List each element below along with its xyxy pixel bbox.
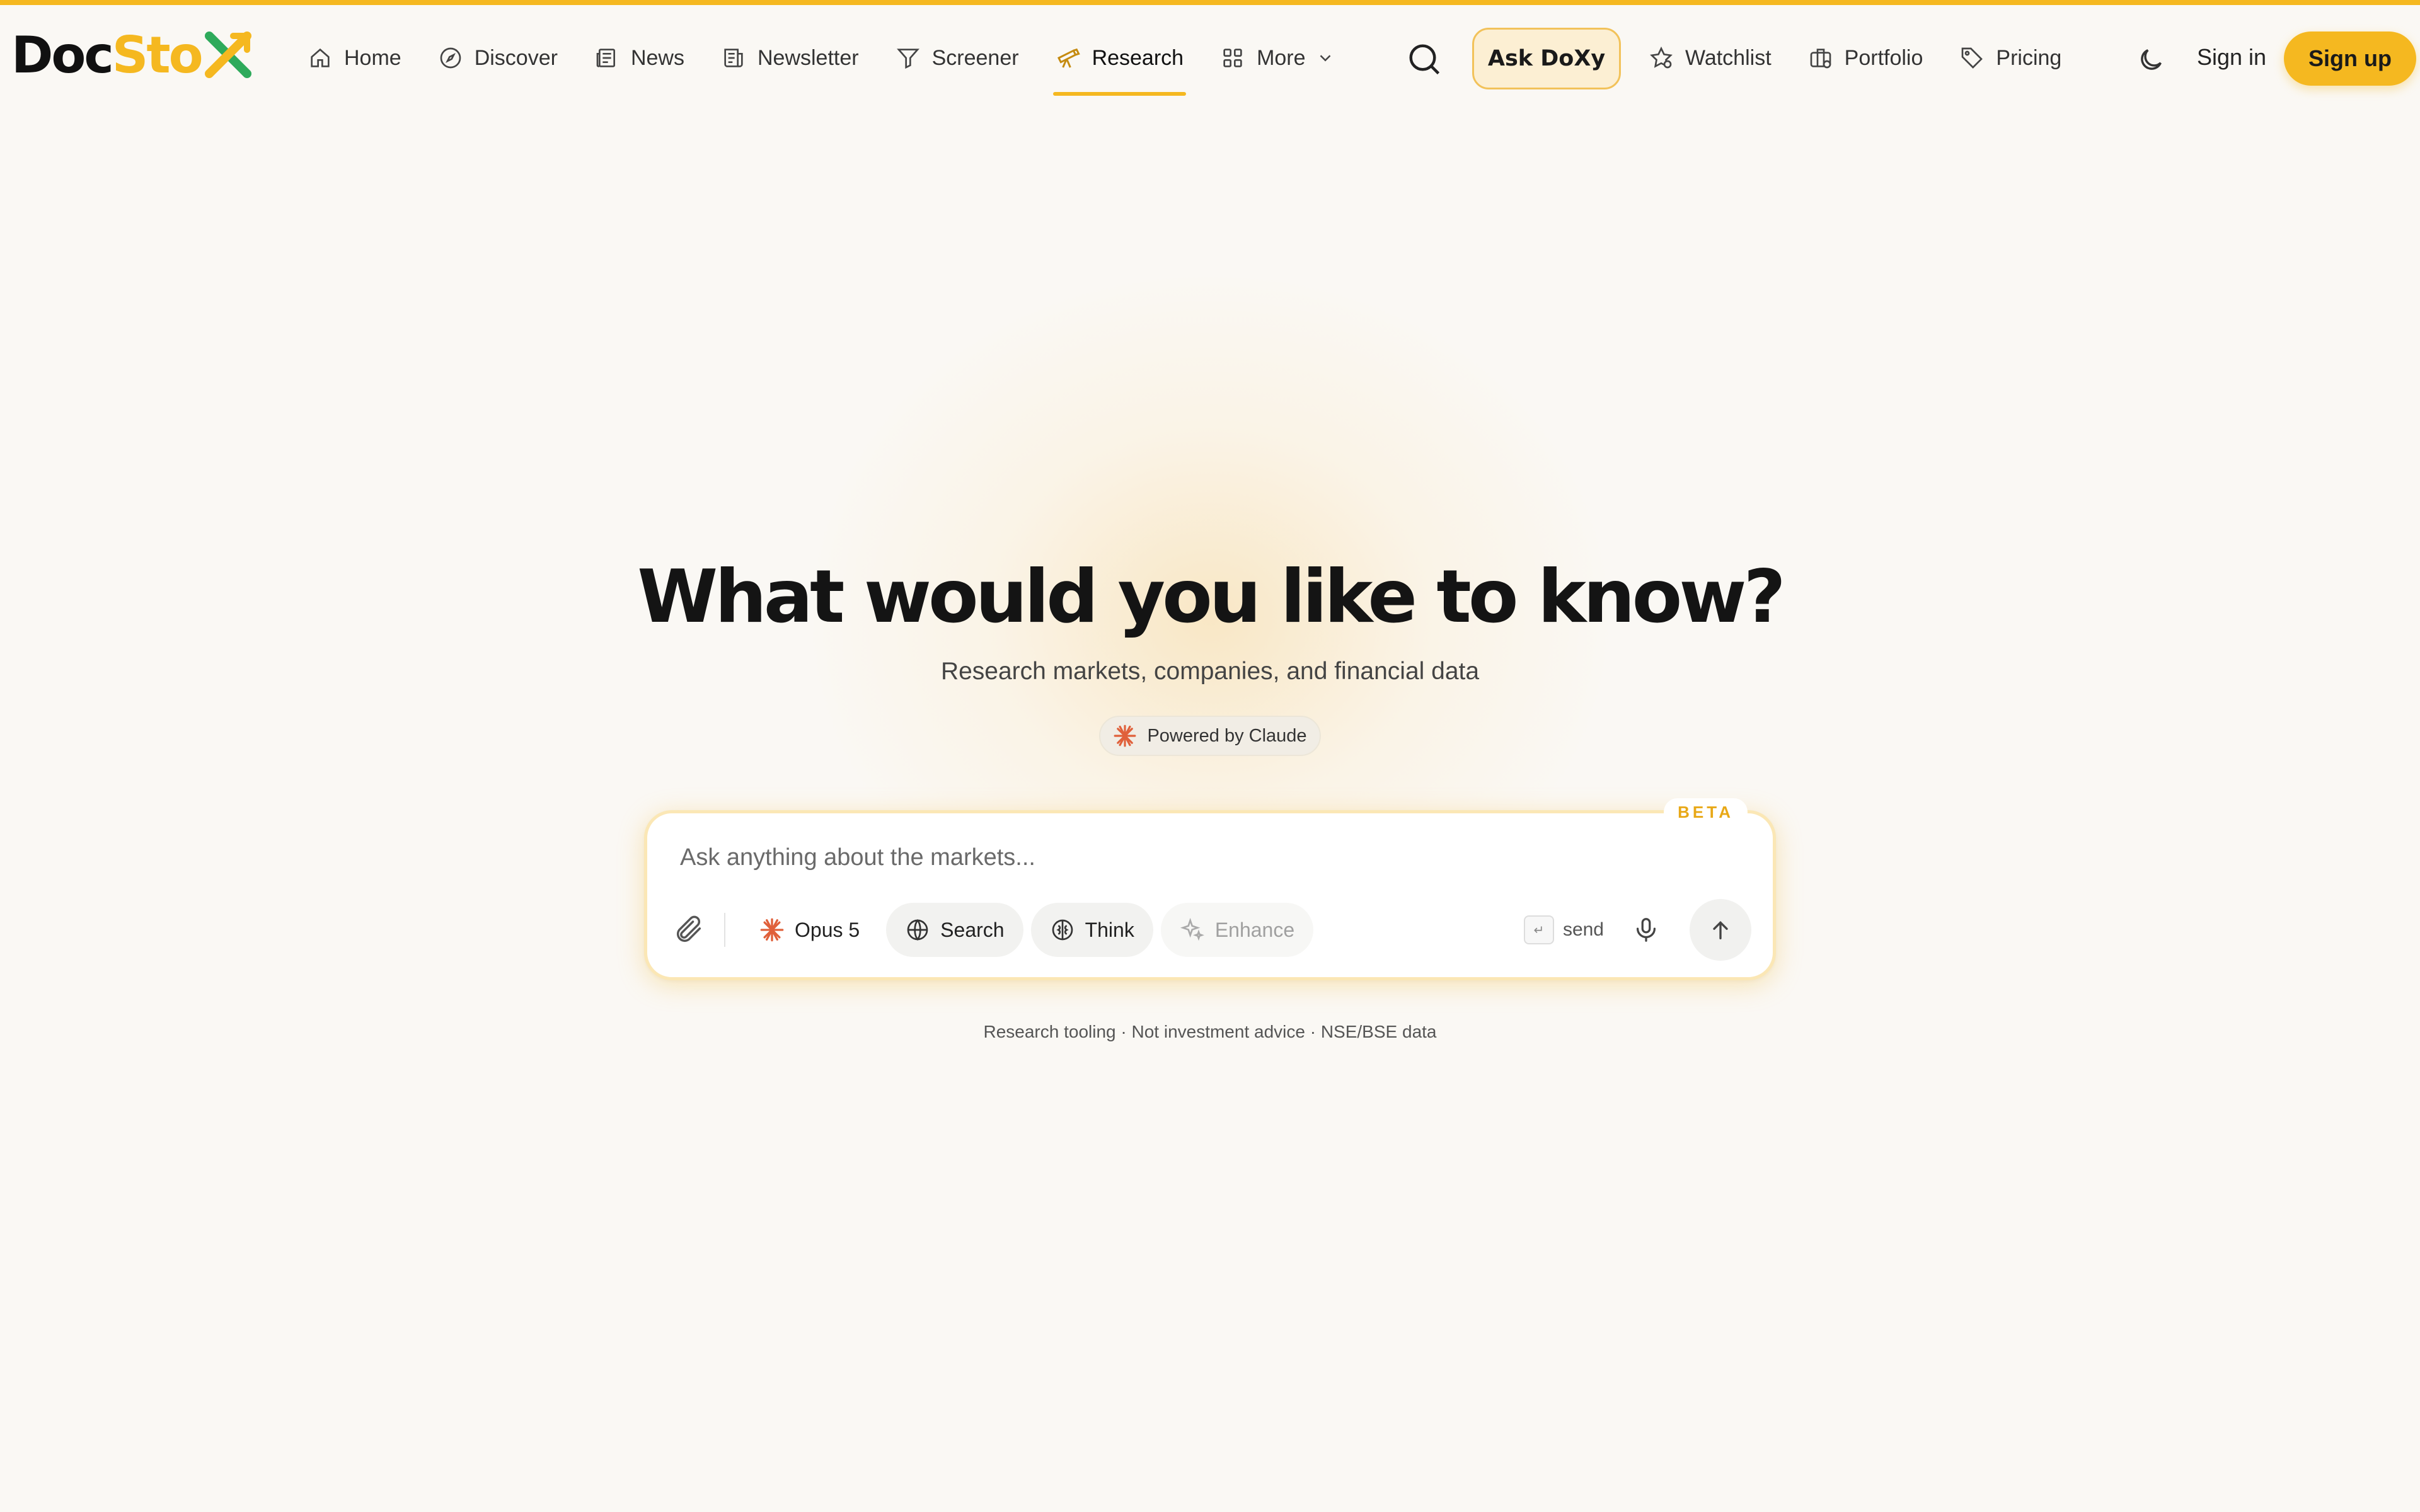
nav-more[interactable]: More [1220,35,1334,81]
search-icon[interactable] [1405,40,1443,78]
nav-newsletter[interactable]: Newsletter [721,35,859,81]
nav-research[interactable]: Research [1052,35,1186,96]
compass-icon [440,47,461,69]
nav-discover-label: Discover [474,45,558,70]
chat-composer: BETA Opus 5 Search Think Enhance ↵ send [644,798,1776,980]
ask-doxy-button[interactable]: Ask DoXy [1472,28,1621,89]
composer-tools: Opus 5 Search Think Enhance [672,902,1321,958]
star-icon [1650,46,1673,69]
send-button[interactable] [1690,899,1751,961]
beta-badge: BETA [1664,798,1748,826]
newsletter-icon [724,49,743,67]
header: Doc Sto Home Discover News Newsletter Scr… [0,5,2420,106]
nav-news[interactable]: News [594,35,684,81]
telescope-icon [1057,48,1080,68]
briefcase-icon [1810,49,1831,69]
think-toggle-button[interactable]: Think [1030,903,1153,957]
nav-home-label: Home [344,45,401,70]
filter-icon [896,49,919,69]
nav-home[interactable]: Home [308,35,401,81]
enhance-label: Enhance [1214,918,1295,941]
globe-icon [907,919,928,941]
search-toggle-button[interactable]: Search [886,903,1023,957]
composer-send-tools: ↵ send [1523,899,1751,961]
powered-by-label: Powered by Claude [1147,725,1307,746]
enter-key-hint: ↵ [1523,915,1554,944]
nav-news-label: News [630,45,684,70]
nav-research-label: Research [1092,45,1184,70]
page-title: What would you like to know? [637,554,1786,639]
microphone-icon[interactable] [1632,915,1661,944]
sign-up-button[interactable]: Sign up [2284,32,2416,86]
grid-icon [1223,49,1242,67]
home-icon [311,48,330,67]
brain-icon [1052,919,1073,941]
nav-portfolio[interactable]: Portfolio [1808,35,1923,81]
logo-text-sto: Sto [112,25,204,84]
nav-screener-label: Screener [931,45,1019,70]
enhance-button[interactable]: Enhance [1160,903,1314,957]
nav-screener[interactable]: Screener [896,35,1019,81]
nav-portfolio-label: Portfolio [1844,45,1923,70]
search-toggle-label: Search [940,918,1005,941]
sign-in-link[interactable]: Sign in [2197,44,2266,71]
tools-divider [724,913,725,947]
main-nav: Home Discover News Newsletter Screener R… [308,35,1371,96]
logo-x-icon [204,32,251,78]
nav-pricing[interactable]: Pricing [1959,35,2061,81]
send-hint-label: send [1562,919,1604,940]
claude-spark-icon [760,918,784,942]
nav-pricing-label: Pricing [1996,45,2062,70]
arrow-up-icon [1713,920,1728,939]
nav-newsletter-label: Newsletter [757,45,859,70]
tag-icon [1962,47,1983,69]
chat-input[interactable] [680,840,1688,875]
think-toggle-label: Think [1085,918,1134,941]
sparkles-icon [1180,917,1204,941]
nav-more-label: More [1257,45,1306,70]
logo[interactable]: Doc Sto [11,25,253,84]
disclaimer-note: Research tooling · Not investment advice… [983,1022,1437,1041]
powered-by-badge: Powered by Claude [1099,716,1321,756]
logo-text-doc: Doc [11,25,114,84]
claude-spark-icon [1114,724,1136,747]
paperclip-icon[interactable] [672,914,705,946]
newspaper-icon [596,49,615,67]
top-accent-bar [0,0,2420,5]
chevron-down-icon [1320,55,1330,62]
moon-icon[interactable] [2136,45,2165,74]
nav-watchlist-label: Watchlist [1685,45,1772,70]
model-label: Opus 5 [795,918,860,941]
right-nav: Watchlist Portfolio Pricing [1649,35,2098,81]
nav-watchlist[interactable]: Watchlist [1649,35,1772,81]
model-selector-button[interactable]: Opus 5 [740,903,879,957]
page-subtitle: Research markets, companies, and financi… [940,658,1480,685]
nav-discover[interactable]: Discover [438,35,558,81]
